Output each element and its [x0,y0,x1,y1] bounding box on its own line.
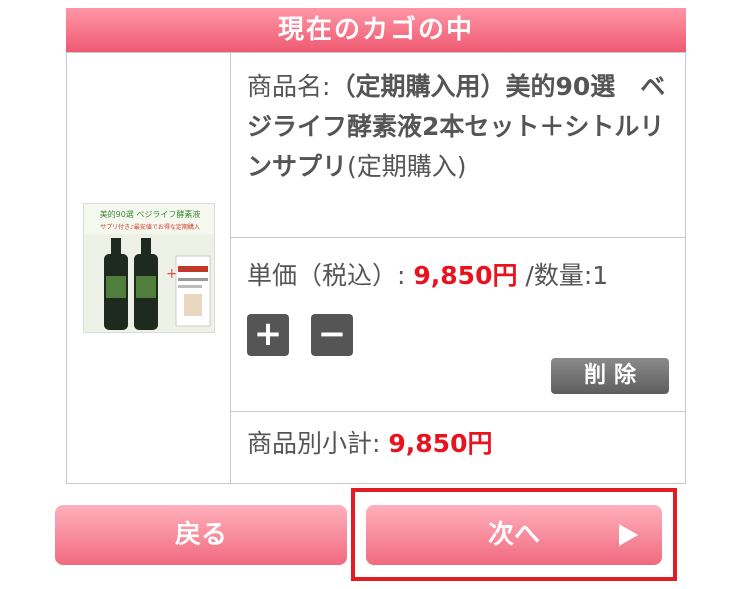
next-button[interactable]: 次へ [366,505,662,565]
cart-header: 現在のカゴの中 [66,8,686,52]
product-name-label: 商品名: [247,72,331,101]
back-button[interactable]: 戻る [55,505,347,565]
product-image-cell: 美的90選 ベジライフ酵素液 サプリ付き♪最安値でお得な定期購入 + [67,53,231,483]
cart-item-table: 美的90選 ベジライフ酵素液 サプリ付き♪最安値でお得な定期購入 + 商品名:（… [66,52,686,484]
product-name-row: 商品名:（定期購入用）美的90選 ベジライフ酵素液2本セット＋シトルリンサプリ(… [231,53,685,238]
subtotal-label: 商品別小計: [247,429,381,458]
product-thumbnail-graphic: 美的90選 ベジライフ酵素液 サプリ付き♪最安値でお得な定期購入 + [84,204,214,332]
plus-icon[interactable]: + [247,314,289,356]
minus-icon[interactable]: − [311,314,353,356]
subtotal-row: 商品別小計: 9,850円 [231,412,685,483]
subtotal-value: 9,850円 [388,429,493,458]
product-name-suffix: (定期購入) [347,152,467,181]
price-label: 単価（税込）: [247,261,406,290]
play-icon [619,524,638,546]
delete-button[interactable]: 削除 [551,358,669,394]
product-image-line1: 美的90選 ベジライフ酵素液 [100,209,201,219]
next-button-label: 次へ [487,520,540,550]
product-image[interactable]: 美的90選 ベジライフ酵素液 サプリ付き♪最安値でお得な定期購入 + [83,203,215,333]
product-image-line2: サプリ付き♪最安値でお得な定期購入 [100,223,200,231]
quantity-text: /数量:1 [525,261,609,290]
unit-price: 9,850円 [413,261,518,290]
price-row: 単価（税込）: 9,850円 /数量:1 + − 削除 [231,238,685,412]
